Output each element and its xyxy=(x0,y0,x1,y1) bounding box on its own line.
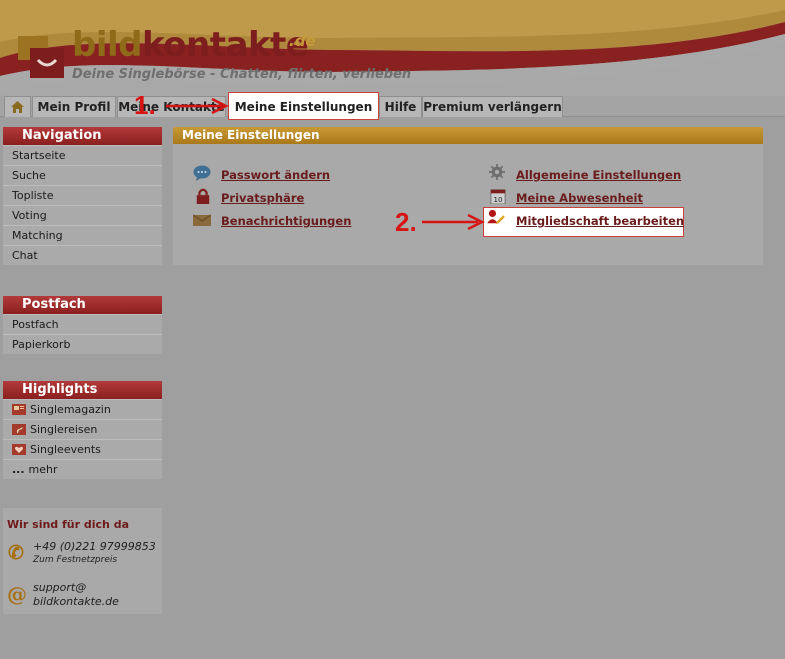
contact-email-line2[interactable]: bildkontakte.de xyxy=(33,595,119,608)
tab-premium-verlaengern[interactable]: Premium verlängern xyxy=(422,96,563,117)
nav-item-topliste[interactable]: Topliste xyxy=(3,185,162,205)
ellipsis-prefix: ... xyxy=(12,462,25,476)
logo-wordmark[interactable]: bildkontakte xyxy=(72,25,309,65)
step-2-label: 2. xyxy=(395,207,417,237)
tab-meine-einstellungen[interactable]: Meine Einstellungen xyxy=(228,92,379,120)
postfach-title: Postfach xyxy=(3,296,162,314)
settings-title: Meine Einstellungen xyxy=(173,127,763,144)
tab-mein-profil[interactable]: Mein Profil xyxy=(32,96,116,117)
email-icon: @ xyxy=(7,582,27,606)
user-edit-icon xyxy=(487,209,505,225)
link-passwort-aendern[interactable]: Passwort ändern xyxy=(221,168,330,182)
lock-icon xyxy=(196,188,210,204)
postfach-box: Postfach Postfach Papierkorb xyxy=(3,296,162,354)
link-mitgliedschaft-bearbeiten[interactable]: Mitgliedschaft bearbeiten xyxy=(516,214,684,228)
tab-home[interactable] xyxy=(4,96,31,117)
chat-bubble-icon xyxy=(193,165,211,181)
tab-hilfe[interactable]: Hilfe xyxy=(379,96,422,117)
contact-email-line1[interactable]: support@ xyxy=(33,581,86,594)
magazine-icon xyxy=(12,404,26,415)
highlight-item-singlemagazin[interactable]: Singlemagazin xyxy=(3,399,162,419)
nav-item-matching[interactable]: Matching xyxy=(3,225,162,245)
highlight-label: mehr xyxy=(28,462,58,476)
link-meine-abwesenheit[interactable]: Meine Abwesenheit xyxy=(516,191,643,205)
highlight-item-mehr[interactable]: ... mehr xyxy=(3,459,162,479)
highlight-item-singleevents[interactable]: Singleevents xyxy=(3,439,162,459)
logo-word-bild: bild xyxy=(72,25,142,65)
logo-tagline: Deine Singlebörse - Chatten, flirten, ve… xyxy=(72,67,412,82)
phone-icon: ✆ xyxy=(8,542,24,564)
logo-tld: .de xyxy=(289,32,316,50)
highlight-label: Singleevents xyxy=(30,442,101,456)
highlights-box: Highlights Singlemagazin Singlereisen Si… xyxy=(3,381,162,479)
gear-icon xyxy=(489,164,505,180)
highlights-title: Highlights xyxy=(3,381,162,399)
travel-icon xyxy=(12,424,26,435)
heart-calendar-icon xyxy=(12,444,26,455)
calendar-day: 10 xyxy=(493,195,503,204)
step-1-arrow-icon xyxy=(166,97,229,115)
home-icon xyxy=(11,101,24,113)
postfach-item-postfach[interactable]: Postfach xyxy=(3,314,162,334)
contact-phone-note: Zum Festnetzpreis xyxy=(33,555,118,565)
postfach-item-papierkorb[interactable]: Papierkorb xyxy=(3,334,162,354)
logo-icon xyxy=(18,36,64,78)
contact-box: Wir sind für dich da ✆ +49 (0)221 979998… xyxy=(3,508,162,614)
link-benachrichtigungen[interactable]: Benachrichtigungen xyxy=(221,214,351,228)
nav-item-startseite[interactable]: Startseite xyxy=(3,145,162,165)
contact-title: Wir sind für dich da xyxy=(7,518,130,531)
notification-box-icon xyxy=(193,214,211,226)
nav-item-voting[interactable]: Voting xyxy=(3,205,162,225)
calendar-icon: 10 xyxy=(490,189,506,204)
highlight-item-singlereisen[interactable]: Singlereisen xyxy=(3,419,162,439)
navigation-box: Navigation Startseite Suche Topliste Vot… xyxy=(3,127,162,265)
nav-item-suche[interactable]: Suche xyxy=(3,165,162,185)
logo-word-kontakte: kontakte xyxy=(141,25,309,65)
site-header: bildkontakte .de Deine Singlebörse - Cha… xyxy=(0,0,785,96)
navigation-title: Navigation xyxy=(3,127,162,145)
link-allgemeine-einstellungen[interactable]: Allgemeine Einstellungen xyxy=(516,168,681,182)
link-privatsphaere[interactable]: Privatsphäre xyxy=(221,191,304,205)
step-2-arrow-icon xyxy=(422,213,485,231)
step-1-label: 1. xyxy=(134,90,156,120)
highlight-label: Singlemagazin xyxy=(30,402,111,416)
highlight-label: Singlereisen xyxy=(30,422,98,436)
nav-item-chat[interactable]: Chat xyxy=(3,245,162,265)
contact-phone[interactable]: +49 (0)221 97999853 xyxy=(33,540,156,553)
